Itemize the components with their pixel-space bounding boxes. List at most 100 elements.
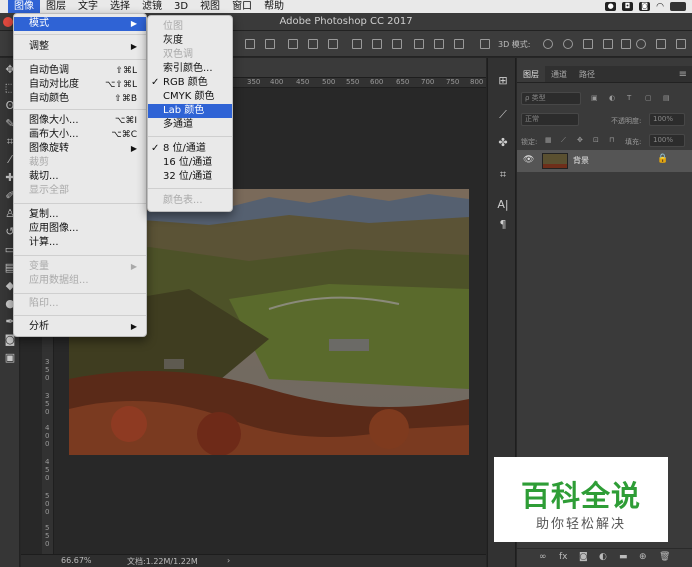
mode-item-8bit[interactable]: ✓ 8 位/通道 <box>148 142 232 156</box>
distribute-bottom-icon[interactable] <box>392 39 402 49</box>
search-icon[interactable] <box>636 39 646 49</box>
menu-item-apply-image[interactable]: 应用图像... <box>14 222 146 236</box>
zoom-level[interactable]: 66.67% <box>61 556 92 565</box>
menu-filter[interactable]: 滤镜 <box>136 0 168 13</box>
filter-shape-icon[interactable]: ▢ <box>645 94 652 102</box>
lock-brush-icon[interactable]: ⟋ <box>561 136 566 145</box>
visibility-eye-icon[interactable]: 👁 <box>523 155 534 165</box>
tab-paths[interactable]: 路径 <box>573 66 601 82</box>
brush-settings-icon[interactable]: ⟋ <box>496 108 510 122</box>
distribute-top-icon[interactable] <box>352 39 362 49</box>
workspace-icon[interactable] <box>656 39 666 49</box>
align-hcenter-icon[interactable] <box>328 39 338 49</box>
menu-item-adjust[interactable]: 调整 ▶ <box>14 40 146 54</box>
menu-item-trim[interactable]: 裁切... <box>14 170 146 184</box>
input-method-icon[interactable]: ◘ <box>622 2 634 11</box>
align-left-icon[interactable] <box>308 39 318 49</box>
menu-item-duplicate[interactable]: 复制... <box>14 208 146 222</box>
menu-separator <box>14 34 146 35</box>
filter-type-icon[interactable]: T <box>627 94 631 102</box>
filter-pixel-icon[interactable]: ▣ <box>591 94 598 102</box>
menu-item-auto-color[interactable]: 自动颜色 ⇧⌘B <box>14 92 146 106</box>
align-vcenter-icon[interactable] <box>265 39 275 49</box>
menu-select[interactable]: 选择 <box>104 0 136 13</box>
new-group-icon[interactable]: ▬ <box>619 552 628 562</box>
properties-icon[interactable]: ⊞ <box>496 74 510 88</box>
align-bottom-icon[interactable] <box>288 39 298 49</box>
add-mask-icon[interactable]: ◙ <box>579 552 588 562</box>
clone-source-icon[interactable]: ✤ <box>496 136 510 150</box>
screen-mode-icon[interactable]: ▣ <box>3 352 17 364</box>
3d-scale-icon[interactable] <box>621 39 631 49</box>
lock-move-icon[interactable]: ✥ <box>577 136 583 144</box>
mode-item-32bit[interactable]: 32 位/通道 <box>148 170 232 184</box>
filter-adjust-icon[interactable]: ◐ <box>609 94 615 102</box>
menu-item-label: 自动色调 <box>29 65 69 76</box>
distribute-left-icon[interactable] <box>414 39 424 49</box>
character-icon[interactable]: A| <box>496 198 510 212</box>
distribute-vcenter-icon[interactable] <box>372 39 382 49</box>
lock-artboard-icon[interactable]: ⊡ <box>593 136 599 144</box>
mode-item-grayscale[interactable]: 灰度 <box>148 34 232 48</box>
layer-row-background[interactable]: 👁 背景 🔒 <box>517 150 692 172</box>
menu-item-analysis[interactable]: 分析 ▶ <box>14 320 146 334</box>
panel-menu-icon[interactable]: ≡ <box>679 66 692 82</box>
menu-layer[interactable]: 图层 <box>40 0 72 13</box>
distribute-right-icon[interactable] <box>454 39 464 49</box>
3d-roll-icon[interactable] <box>563 39 573 49</box>
layer-name[interactable]: 背景 <box>573 155 589 166</box>
mode-item-multichannel[interactable]: 多通道 <box>148 118 232 132</box>
menu-item-image-size[interactable]: 图像大小... ⌥⌘I <box>14 114 146 128</box>
new-layer-icon[interactable]: ⊕ <box>639 552 647 562</box>
3d-slide-icon[interactable] <box>603 39 613 49</box>
fill-input[interactable]: 100% <box>649 134 685 147</box>
status-arrow-icon[interactable]: › <box>227 556 230 565</box>
mode-item-cmyk[interactable]: CMYK 颜色 <box>148 90 232 104</box>
link-layers-icon[interactable]: ∞ <box>539 552 547 562</box>
menu-item-mode[interactable]: 模式 ▶ <box>14 17 146 31</box>
menu-help[interactable]: 帮助 <box>258 0 290 13</box>
menu-item-auto-contrast[interactable]: 自动对比度 ⌥⇧⌘L <box>14 78 146 92</box>
menu-item-label: 图像旋转 <box>29 143 69 154</box>
mode-item-rgb[interactable]: ✓ RGB 颜色 <box>148 76 232 90</box>
share-icon[interactable] <box>676 39 686 49</box>
menu-separator <box>14 109 146 110</box>
menu-type[interactable]: 文字 <box>72 0 104 13</box>
image-menu-dropdown: 模式 ▶ 调整 ▶ 自动色调 ⇧⌘L 自动对比度 ⌥⇧⌘L 自动颜色 ⇧⌘B 图像大小..… <box>13 13 147 337</box>
menu-item-canvas-size[interactable]: 画布大小... ⌥⌘C <box>14 128 146 142</box>
menu-view[interactable]: 视图 <box>194 0 226 13</box>
align-top-icon[interactable] <box>245 39 255 49</box>
auto-align-icon[interactable] <box>480 39 490 49</box>
crop-icon[interactable]: ⌗ <box>496 168 510 182</box>
layer-filter-select[interactable]: ρ 类型 <box>521 92 581 105</box>
lock-all-icon[interactable]: ⊓ <box>609 136 614 144</box>
qq-icon[interactable]: ● <box>605 2 617 11</box>
wifi-icon[interactable]: ◠ <box>656 2 664 12</box>
paragraph-icon[interactable]: ¶ <box>496 218 510 232</box>
fx-icon[interactable]: fx <box>559 552 568 562</box>
distribute-hcenter-icon[interactable] <box>434 39 444 49</box>
mode-item-16bit[interactable]: 16 位/通道 <box>148 156 232 170</box>
tab-layers[interactable]: 图层 <box>517 66 545 82</box>
mode-item-indexed[interactable]: 索引颜色... <box>148 62 232 76</box>
lock-transparent-icon[interactable]: ▦ <box>545 136 552 144</box>
mode-item-lab[interactable]: Lab 颜色 <box>148 104 232 118</box>
menu-image[interactable]: 图像 <box>8 0 40 13</box>
menu-item-auto-tone[interactable]: 自动色调 ⇧⌘L <box>14 64 146 78</box>
battery-icon[interactable] <box>670 2 686 11</box>
opacity-input[interactable]: 100% <box>649 113 685 126</box>
menu-window[interactable]: 窗口 <box>226 0 258 13</box>
menu-3d[interactable]: 3D <box>168 0 194 13</box>
menu-item-calculations[interactable]: 计算... <box>14 236 146 250</box>
menu-item-label: 显示全部 <box>29 185 69 196</box>
adjustment-layer-icon[interactable]: ◐ <box>599 552 607 562</box>
blend-mode-select[interactable]: 正常 <box>521 113 579 126</box>
3d-rotate-icon[interactable] <box>543 39 553 49</box>
ruler-h-tick: 400 <box>270 78 284 86</box>
filter-smart-icon[interactable]: ▤ <box>663 94 670 102</box>
menu-item-image-rotation[interactable]: 图像旋转 ▶ <box>14 142 146 156</box>
delete-layer-icon[interactable]: 🗑 <box>659 552 670 562</box>
3d-pan-icon[interactable] <box>583 39 593 49</box>
english-input-icon[interactable]: ◙ <box>639 2 651 11</box>
tab-channels[interactable]: 通道 <box>545 66 573 82</box>
